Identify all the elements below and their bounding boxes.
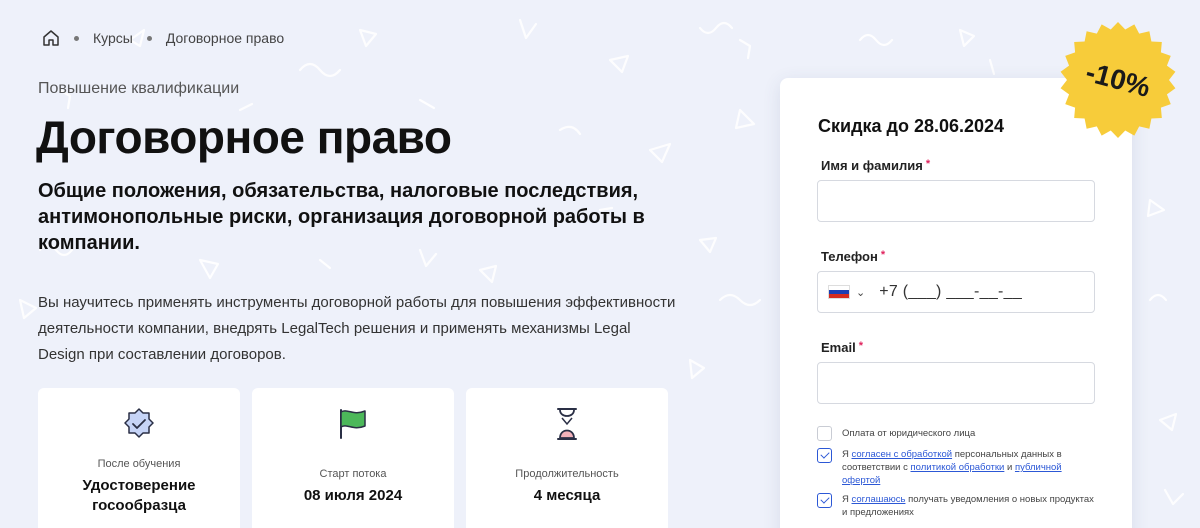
course-category: Повышение квалификации (38, 80, 240, 97)
home-icon[interactable] (42, 29, 60, 47)
card-value: 4 месяца (533, 487, 601, 504)
agree-link[interactable]: соглашаюсь (852, 494, 906, 505)
legal-entity-row: Оплата от юридического лица (817, 426, 1097, 441)
consent-personal-data-row: Я согласен с обработкой персональных дан… (817, 448, 1097, 487)
card-label: Продолжительность (515, 468, 619, 480)
course-subtitle: Общие положения, обязательства, налоговы… (38, 180, 645, 254)
breadcrumb-link-courses[interactable]: Курсы (93, 30, 133, 46)
consent-notifications-checkbox[interactable] (817, 493, 832, 508)
name-input[interactable] (817, 180, 1095, 222)
required-mark: * (925, 158, 931, 170)
card-label: После обучения (97, 458, 181, 470)
phone-input[interactable]: ⌄ +7 (___) ___-__-__ (817, 271, 1095, 313)
chevron-down-icon[interactable]: ⌄ (856, 286, 865, 299)
privacy-policy-link[interactable]: политикой обработки (911, 462, 1005, 473)
consent-notifications-text: Я соглашаюсь получать уведомления о новы… (842, 494, 1094, 518)
consent-personal-data-text: Я согласен с обработкой персональных дан… (842, 449, 1062, 486)
email-input[interactable] (817, 362, 1095, 404)
consent-personal-data-checkbox[interactable] (817, 448, 832, 463)
russia-flag-icon[interactable] (828, 285, 850, 299)
legal-entity-checkbox[interactable] (817, 426, 832, 441)
course-info-cards: После обучения Удостоверение госообразца… (38, 388, 668, 528)
hourglass-icon (549, 406, 585, 442)
flag-icon (335, 406, 371, 442)
required-mark: * (880, 249, 886, 261)
email-label: Email * (821, 340, 863, 355)
info-card-certificate: После обучения Удостоверение госообразца (38, 388, 240, 528)
name-label: Имя и фамилия * (821, 158, 931, 173)
course-description: Вы научитесь применять инструменты догов… (38, 294, 676, 363)
info-card-start: Старт потока 08 июля 2024 (252, 388, 454, 528)
card-value: 08 июля 2024 (303, 487, 403, 504)
breadcrumb-current[interactable]: Договорное право (166, 30, 284, 46)
legal-entity-label: Оплата от юридического лица (842, 428, 976, 439)
page-title: Договорное право (36, 111, 452, 163)
required-mark: * (858, 340, 863, 352)
consent-processing-link[interactable]: согласен с обработкой (852, 449, 953, 460)
consent-notifications-row: Я соглашаюсь получать уведомления о новы… (817, 493, 1097, 519)
card-value: Удостоверение госообразца (82, 477, 196, 514)
card-label: Старт потока (319, 468, 387, 480)
phone-value[interactable]: +7 (___) ___-__-__ (879, 283, 1022, 301)
info-card-duration: Продолжительность 4 месяца (466, 388, 668, 528)
badge-check-icon (121, 406, 157, 442)
breadcrumb-separator (74, 35, 79, 41)
form-title: Скидка до 28.06.2024 (818, 116, 1005, 136)
breadcrumb-separator (146, 35, 152, 41)
phone-label: Телефон * (821, 249, 886, 264)
discount-form: Скидка до 28.06.2024 Имя и фамилия * Теле… (780, 78, 1132, 528)
breadcrumb: Курсы Договорное право (42, 28, 284, 48)
